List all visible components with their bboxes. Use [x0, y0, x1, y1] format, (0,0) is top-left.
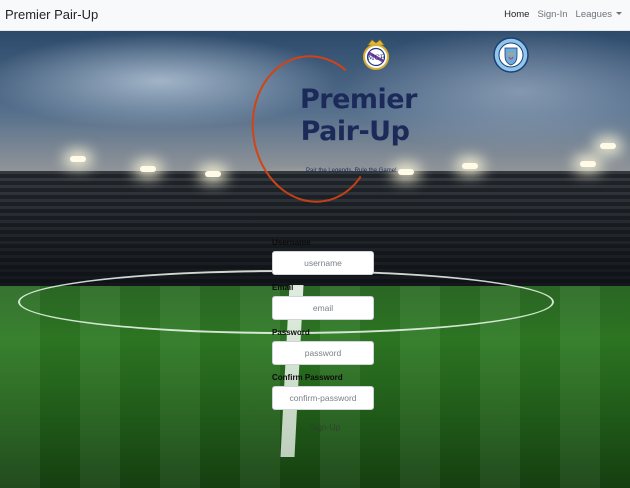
- nav-sign-in-link[interactable]: Sign-In: [537, 9, 567, 20]
- real-madrid-crest-icon: MCF: [363, 39, 389, 70]
- password-field-group: Password: [272, 328, 378, 365]
- floodlight: [398, 169, 414, 175]
- email-label: Email: [272, 283, 294, 292]
- username-field-group: Username: [272, 238, 378, 275]
- floodlight: [600, 143, 616, 149]
- password-input[interactable]: [272, 341, 374, 365]
- confirm-password-field-group: Confirm Password: [272, 373, 378, 410]
- floodlight: [70, 156, 86, 162]
- nav-leagues-dropdown[interactable]: Leagues: [576, 9, 622, 20]
- confirm-password-label: Confirm Password: [272, 373, 343, 382]
- logo-tagline: Pair the Legends, Rule the Game!: [306, 168, 397, 174]
- brand-link[interactable]: Premier Pair-Up: [5, 7, 98, 22]
- nav-links: Home Sign-In Leagues: [504, 9, 622, 20]
- floodlight: [140, 166, 156, 172]
- email-field-group: Email: [272, 283, 378, 320]
- signup-form: Username Email Password Confirm Password…: [272, 238, 378, 433]
- logo-title: Premier Pair-Up: [300, 84, 417, 148]
- sign-up-button[interactable]: Sign-Up: [295, 421, 355, 433]
- floodlight: [205, 171, 221, 177]
- username-input[interactable]: [272, 251, 374, 275]
- floodlight: [462, 163, 478, 169]
- nav-home-link[interactable]: Home: [504, 9, 529, 20]
- floodlight: [580, 161, 596, 167]
- email-input[interactable]: [272, 296, 374, 320]
- caret-down-icon: [616, 12, 622, 15]
- manchester-city-crest-icon: [493, 37, 529, 73]
- svg-text:MCF: MCF: [367, 54, 385, 62]
- confirm-password-input[interactable]: [272, 386, 374, 410]
- nav-leagues-label: Leagues: [575, 9, 612, 20]
- username-label: Username: [272, 238, 311, 247]
- navbar: Premier Pair-Up Home Sign-In Leagues: [0, 0, 630, 31]
- password-label: Password: [272, 328, 310, 337]
